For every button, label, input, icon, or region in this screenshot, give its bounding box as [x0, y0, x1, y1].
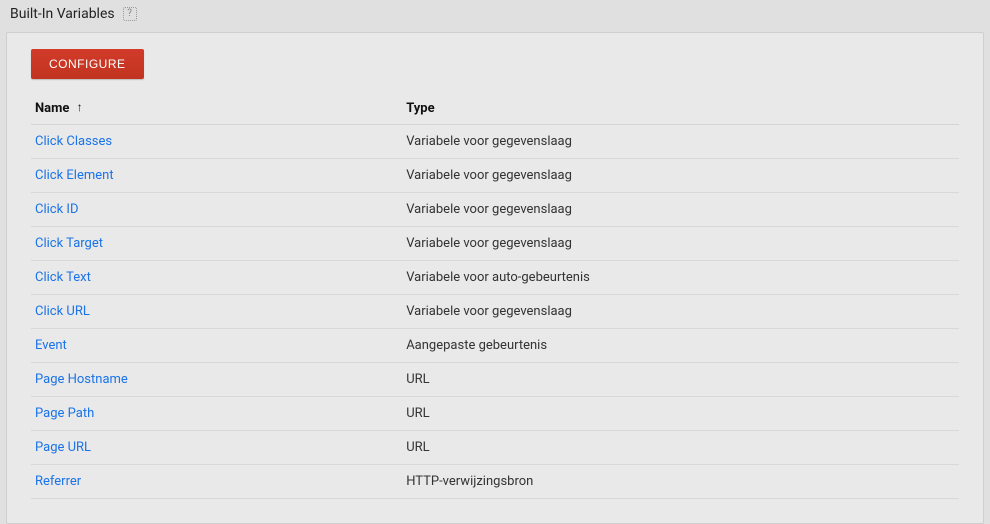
- page-title: Built-In Variables: [10, 6, 115, 22]
- variable-link[interactable]: Page URL: [35, 440, 91, 455]
- variables-panel: CONFIGURE Name ↑ Type Click Classes Varia…: [6, 32, 984, 524]
- section-header: Built-In Variables ?: [0, 0, 990, 32]
- variable-link[interactable]: Click Text: [35, 270, 91, 285]
- variable-type-cell: Variabele voor auto-gebeurtenis: [402, 261, 959, 295]
- variable-name-cell: Page URL: [31, 431, 402, 465]
- variable-type-cell: URL: [402, 397, 959, 431]
- variable-type-cell: Variabele voor gegevenslaag: [402, 193, 959, 227]
- variable-name-cell: Click ID: [31, 193, 402, 227]
- variable-type-cell: Variabele voor gegevenslaag: [402, 227, 959, 261]
- variable-name-cell: Page Hostname: [31, 363, 402, 397]
- variable-link[interactable]: Referrer: [35, 474, 81, 489]
- variable-type-cell: Aangepaste gebeurtenis: [402, 329, 959, 363]
- variable-link[interactable]: Click URL: [35, 304, 90, 319]
- variable-link[interactable]: Page Path: [35, 406, 94, 421]
- variable-type-cell: HTTP-verwijzingsbron: [402, 465, 959, 499]
- table-row[interactable]: Page Path URL: [31, 397, 959, 431]
- variable-type-cell: Variabele voor gegevenslaag: [402, 159, 959, 193]
- column-header-name[interactable]: Name ↑: [31, 93, 402, 125]
- table-row[interactable]: Click Text Variabele voor auto-gebeurteni…: [31, 261, 959, 295]
- variable-name-cell: Page Path: [31, 397, 402, 431]
- column-header-type[interactable]: Type: [402, 93, 959, 125]
- table-row[interactable]: Page Hostname URL: [31, 363, 959, 397]
- table-row[interactable]: Click ID Variabele voor gegevenslaag: [31, 193, 959, 227]
- table-row[interactable]: Click Element Variabele voor gegevenslaag: [31, 159, 959, 193]
- variable-name-cell: Click Text: [31, 261, 402, 295]
- variable-name-cell: Event: [31, 329, 402, 363]
- variable-name-cell: Click Target: [31, 227, 402, 261]
- variable-link[interactable]: Page Hostname: [35, 372, 128, 387]
- variable-name-cell: Click URL: [31, 295, 402, 329]
- variable-type-cell: URL: [402, 431, 959, 465]
- variable-link[interactable]: Click Target: [35, 236, 103, 251]
- table-row[interactable]: Click URL Variabele voor gegevenslaag: [31, 295, 959, 329]
- column-header-name-label: Name: [35, 101, 69, 116]
- variables-table: Name ↑ Type Click Classes Variabele voor …: [31, 93, 959, 499]
- variable-link[interactable]: Click Element: [35, 168, 114, 183]
- table-row[interactable]: Event Aangepaste gebeurtenis: [31, 329, 959, 363]
- configure-button[interactable]: CONFIGURE: [31, 49, 144, 79]
- sort-asc-icon: ↑: [77, 101, 83, 113]
- column-header-type-label: Type: [406, 101, 434, 116]
- variable-name-cell: Click Element: [31, 159, 402, 193]
- table-row[interactable]: Click Target Variabele voor gegevenslaag: [31, 227, 959, 261]
- variable-link[interactable]: Click Classes: [35, 134, 112, 149]
- variable-link[interactable]: Event: [35, 338, 67, 353]
- variable-name-cell: Click Classes: [31, 125, 402, 159]
- variable-name-cell: Referrer: [31, 465, 402, 499]
- table-row[interactable]: Click Classes Variabele voor gegevenslaag: [31, 125, 959, 159]
- variable-type-cell: URL: [402, 363, 959, 397]
- table-row[interactable]: Referrer HTTP-verwijzingsbron: [31, 465, 959, 499]
- help-icon[interactable]: ?: [123, 7, 137, 21]
- variable-type-cell: Variabele voor gegevenslaag: [402, 295, 959, 329]
- table-row[interactable]: Page URL URL: [31, 431, 959, 465]
- variable-type-cell: Variabele voor gegevenslaag: [402, 125, 959, 159]
- variable-link[interactable]: Click ID: [35, 202, 78, 217]
